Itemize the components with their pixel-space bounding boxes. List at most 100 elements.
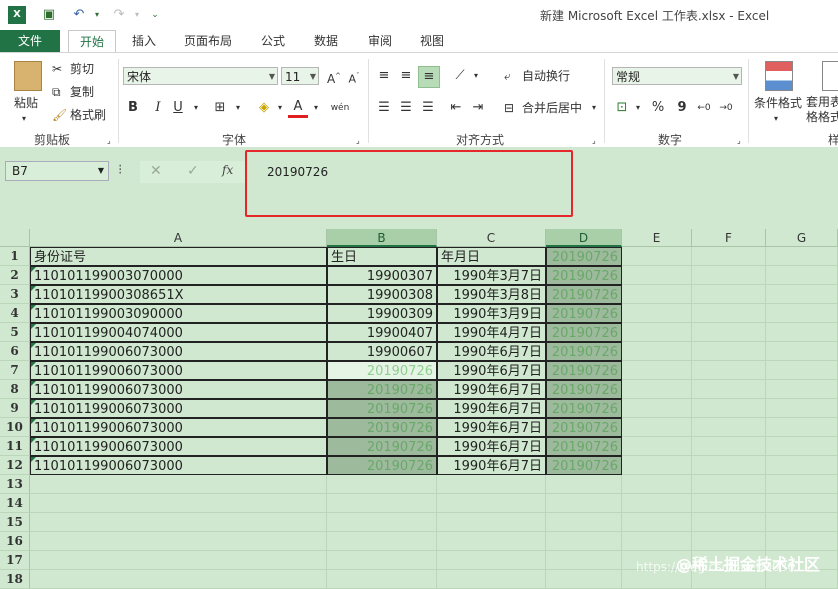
- row-header[interactable]: 5: [0, 323, 30, 342]
- cell-empty[interactable]: [692, 323, 766, 342]
- insert-function-button[interactable]: fx: [222, 163, 233, 177]
- cell-empty[interactable]: [766, 323, 838, 342]
- cell-empty[interactable]: [30, 475, 327, 494]
- decrease-indent-icon[interactable]: ⇤: [446, 98, 466, 118]
- cell-empty[interactable]: [692, 513, 766, 532]
- cell-empty[interactable]: [766, 399, 838, 418]
- table-format-button[interactable]: 套用表格格式: [806, 95, 838, 125]
- cell-empty[interactable]: [546, 532, 622, 551]
- cell-empty[interactable]: [546, 494, 622, 513]
- cell-d[interactable]: 20190726: [546, 418, 622, 437]
- cell-c[interactable]: 1990年6月7日: [437, 456, 546, 475]
- increase-font-icon[interactable]: A^: [324, 66, 344, 86]
- align-middle-icon[interactable]: ≡: [396, 66, 416, 86]
- currency-dropdown-icon[interactable]: ▾: [628, 98, 648, 118]
- cell-a[interactable]: 110101199006073000: [30, 437, 327, 456]
- cell-b[interactable]: 20190726: [327, 437, 437, 456]
- cell-d[interactable]: 20190726: [546, 342, 622, 361]
- cell-c[interactable]: 1990年6月7日: [437, 418, 546, 437]
- copy-icon[interactable]: ⧉: [52, 84, 61, 100]
- cell-empty[interactable]: [766, 304, 838, 323]
- cell-a[interactable]: 110101199003090000: [30, 304, 327, 323]
- cell-b[interactable]: 20190726: [327, 399, 437, 418]
- cell-empty[interactable]: [546, 570, 622, 589]
- cell-a[interactable]: 110101199006073000: [30, 418, 327, 437]
- cell-empty[interactable]: [327, 570, 437, 589]
- borders-dropdown-icon[interactable]: ▾: [228, 98, 248, 118]
- name-box[interactable]: B7 ▼: [5, 161, 109, 181]
- row-header[interactable]: 12: [0, 456, 30, 475]
- row-header[interactable]: 8: [0, 380, 30, 399]
- row-header[interactable]: 13: [0, 475, 30, 494]
- tab-data[interactable]: 数据: [310, 30, 342, 52]
- redo-dropdown-icon[interactable]: ▾: [128, 6, 146, 24]
- undo-icon[interactable]: ↶: [70, 6, 88, 24]
- cell-empty[interactable]: [622, 494, 692, 513]
- cell-empty[interactable]: [622, 437, 692, 456]
- cell-c[interactable]: 1990年3月7日: [437, 266, 546, 285]
- decrease-font-icon[interactable]: Aˇ: [344, 66, 364, 86]
- increase-decimal-icon[interactable]: ←0: [694, 98, 714, 118]
- decrease-decimal-icon[interactable]: →0: [716, 98, 736, 118]
- column-header-a[interactable]: A: [30, 229, 327, 247]
- tab-formulas[interactable]: 公式: [258, 30, 288, 52]
- cell-empty[interactable]: [766, 361, 838, 380]
- cell-empty[interactable]: [766, 475, 838, 494]
- cell-empty[interactable]: [437, 551, 546, 570]
- cell-empty[interactable]: [692, 304, 766, 323]
- column-header-b[interactable]: B: [327, 229, 437, 247]
- cell-b[interactable]: 20190726: [327, 418, 437, 437]
- merge-dropdown-icon[interactable]: ▾: [592, 100, 596, 116]
- cut-icon[interactable]: ✂: [52, 61, 62, 77]
- cell-a[interactable]: 110101199004074000: [30, 323, 327, 342]
- underline-dropdown-icon[interactable]: ▾: [186, 98, 206, 118]
- paste-icon[interactable]: [14, 61, 42, 91]
- cell-empty[interactable]: [766, 456, 838, 475]
- cell-empty[interactable]: [692, 285, 766, 304]
- comma-button[interactable]: 9: [672, 98, 692, 118]
- tab-file[interactable]: 文件: [0, 30, 60, 52]
- cell-empty[interactable]: [766, 532, 838, 551]
- cell-b[interactable]: 19900407: [327, 323, 437, 342]
- cell-b[interactable]: 20190726: [327, 380, 437, 399]
- cell-empty[interactable]: [622, 247, 692, 266]
- cell-d[interactable]: 20190726: [546, 399, 622, 418]
- cell-d[interactable]: 20190726: [546, 285, 622, 304]
- cell-empty[interactable]: [766, 380, 838, 399]
- cell-empty[interactable]: [692, 266, 766, 285]
- orientation-dropdown-icon[interactable]: ▾: [466, 66, 486, 86]
- save-icon[interactable]: ▣: [40, 6, 58, 24]
- number-format-combo[interactable]: 常规 ▼: [612, 67, 742, 85]
- cell-empty[interactable]: [766, 494, 838, 513]
- customize-qat-icon[interactable]: ⌄: [146, 6, 164, 24]
- underline-button[interactable]: U: [168, 98, 188, 118]
- cell-a[interactable]: 110101199006073000: [30, 342, 327, 361]
- cell-empty[interactable]: [692, 475, 766, 494]
- cell-d[interactable]: 20190726: [546, 304, 622, 323]
- cell-empty[interactable]: [622, 513, 692, 532]
- align-top-icon[interactable]: ≡: [374, 66, 394, 86]
- paste-dropdown-icon[interactable]: ▾: [22, 111, 26, 127]
- cell-empty[interactable]: [546, 513, 622, 532]
- merge-center-button[interactable]: 合并后居中: [522, 100, 582, 116]
- align-left-icon[interactable]: ☰: [374, 98, 394, 118]
- tab-insert[interactable]: 插入: [128, 30, 160, 52]
- cell-empty[interactable]: [766, 418, 838, 437]
- fill-color-dropdown-icon[interactable]: ▾: [270, 98, 290, 118]
- cell-empty[interactable]: [692, 247, 766, 266]
- wrap-text-button[interactable]: 自动换行: [522, 68, 570, 84]
- format-painter-button[interactable]: 格式刷: [70, 107, 106, 123]
- cell-empty[interactable]: [622, 456, 692, 475]
- cell-empty[interactable]: [622, 475, 692, 494]
- tab-page-layout[interactable]: 页面布局: [180, 30, 236, 52]
- cell-empty[interactable]: [692, 437, 766, 456]
- cell-empty[interactable]: [546, 551, 622, 570]
- cell-empty[interactable]: [622, 532, 692, 551]
- align-center-icon[interactable]: ☰: [396, 98, 416, 118]
- cell-a[interactable]: 11010119900308651X: [30, 285, 327, 304]
- cell-c[interactable]: 年月日: [437, 247, 546, 266]
- cell-a[interactable]: 110101199006073000: [30, 456, 327, 475]
- column-header-g[interactable]: G: [766, 229, 838, 247]
- paste-button[interactable]: 粘贴: [14, 95, 38, 111]
- cell-empty[interactable]: [692, 342, 766, 361]
